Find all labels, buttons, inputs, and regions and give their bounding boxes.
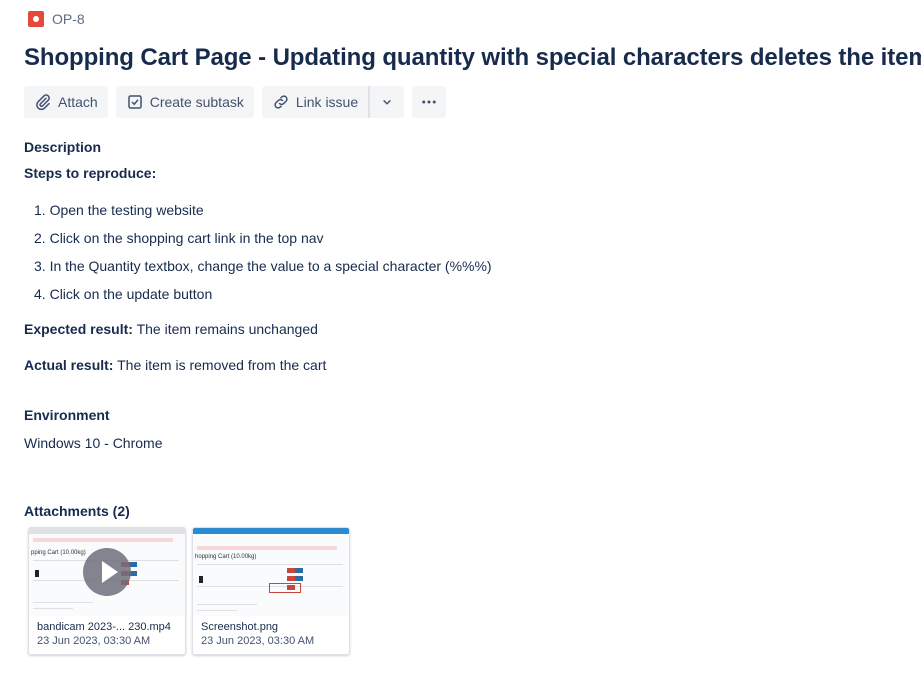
chevron-down-icon	[383, 100, 391, 105]
link-issue-button[interactable]: Link issue	[261, 86, 369, 118]
more-actions-button[interactable]	[412, 86, 447, 118]
paperclip-icon	[36, 94, 50, 111]
step-number: 2.	[34, 230, 46, 246]
bug-icon	[28, 11, 44, 27]
attachment-card-video[interactable]: pping Cart (10.00kg) bandicam 2023-... 2…	[28, 527, 186, 655]
attach-button[interactable]: Attach	[24, 86, 108, 118]
list-item: 4. Click on the update button	[34, 286, 212, 302]
step-text: Click on the update button	[49, 286, 213, 302]
attachment-thumbnail: hopping Cart (10.00kg)	[193, 528, 349, 616]
step-number: 3.	[34, 258, 46, 274]
attachment-name: Screenshot.png	[201, 621, 279, 633]
step-text: Click on the shopping cart link in the t…	[49, 230, 324, 246]
step-text: Open the testing website	[49, 202, 204, 218]
attachment-date: 23 Jun 2023, 03:30 AM	[201, 635, 315, 647]
link-issue-split: Link issue	[261, 86, 405, 118]
link-issue-dropdown[interactable]	[368, 86, 405, 118]
attachment-card-image[interactable]: hopping Cart (10.00kg) Screenshot.png 23…	[192, 527, 350, 655]
step-number: 4.	[34, 286, 46, 302]
attachment-date: 23 Jun 2023, 03:30 AM	[37, 635, 151, 647]
issue-key-text[interactable]: OP-8	[52, 11, 85, 27]
expected-value: The item remains unchanged	[136, 321, 318, 337]
more-icon	[422, 100, 436, 104]
step-text: In the Quantity textbox, change the valu…	[49, 258, 492, 274]
link-icon	[274, 95, 288, 109]
list-item: 3. In the Quantity textbox, change the v…	[34, 258, 492, 274]
environment-value[interactable]: Windows 10 - Chrome	[24, 435, 163, 451]
link-issue-label: Link issue	[295, 94, 359, 110]
issue-toolbar: Attach Create subtask Link issue	[24, 86, 447, 118]
thumb-title: hopping Cart (10.00kg)	[195, 554, 257, 560]
step-number: 1.	[34, 202, 46, 218]
steps-heading: Steps to reproduce:	[24, 165, 157, 181]
list-item: 2. Click on the shopping cart link in th…	[34, 230, 324, 246]
attachment-name: bandicam 2023-... 230.mp4	[37, 621, 171, 633]
attachments-label: Attachments (2)	[24, 503, 130, 519]
environment-label: Environment	[24, 407, 110, 423]
thumb-title: pping Cart (10.00kg)	[31, 550, 86, 556]
issue-key[interactable]: OP-8	[28, 11, 85, 27]
create-subtask-label: Create subtask	[149, 94, 244, 110]
actual-value: The item is removed from the cart	[117, 357, 327, 373]
attachment-thumbnail: pping Cart (10.00kg)	[29, 528, 185, 616]
expected-label: Expected result:	[24, 321, 133, 337]
attach-label: Attach	[58, 94, 98, 110]
description-label: Description	[24, 139, 102, 155]
play-icon[interactable]	[83, 548, 131, 596]
issue-title[interactable]: Shopping Cart Page - Updating quantity w…	[24, 44, 921, 72]
expected-result: Expected result: The item remains unchan…	[24, 321, 318, 337]
create-subtask-button[interactable]: Create subtask	[115, 86, 254, 118]
actual-label: Actual result:	[24, 357, 114, 373]
list-item: 1. Open the testing website	[34, 202, 204, 218]
actual-result: Actual result: The item is removed from …	[24, 357, 326, 373]
subtask-icon	[127, 95, 142, 109]
